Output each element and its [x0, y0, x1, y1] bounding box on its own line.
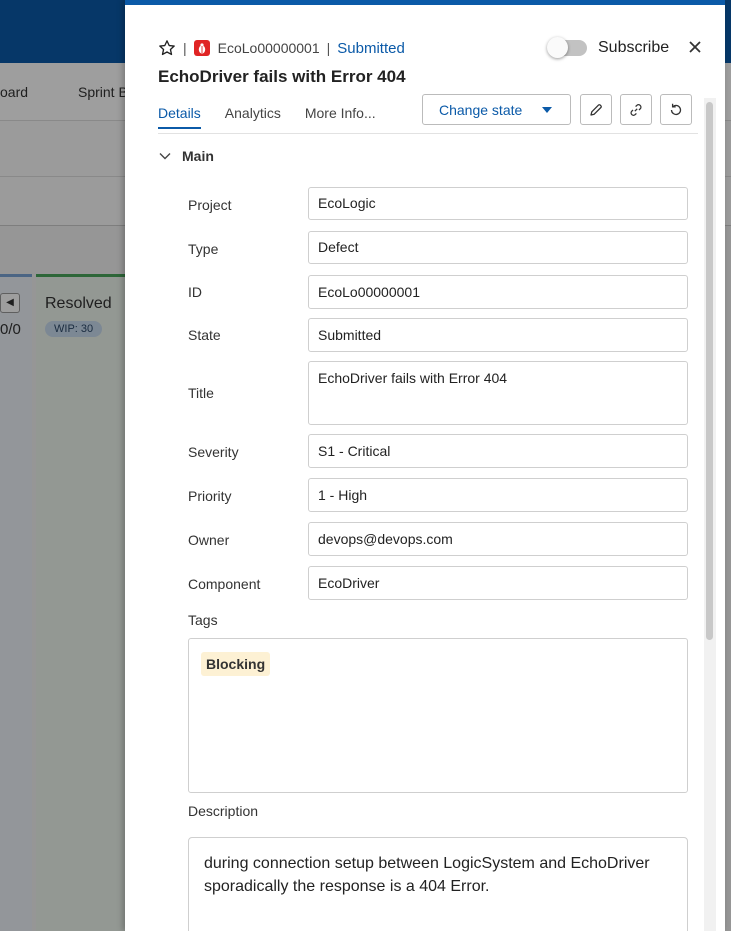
work-item-panel: | EcoLo00000001 | Submitted Subscribe Ec… — [125, 0, 725, 931]
type-field[interactable]: Defect — [308, 231, 688, 264]
id-label: ID — [188, 284, 202, 300]
severity-field[interactable]: S1 - Critical — [308, 434, 688, 468]
tags-label: Tags — [188, 612, 218, 628]
scrollbar-thumb[interactable] — [706, 102, 713, 640]
tab-analytics[interactable]: Analytics — [225, 105, 281, 129]
item-title: EchoDriver fails with Error 404 — [158, 67, 406, 86]
refresh-icon — [670, 103, 682, 115]
title-field[interactable]: EchoDriver fails with Error 404 — [308, 361, 688, 425]
tag-chip[interactable]: Blocking — [201, 652, 271, 676]
state-label: State — [188, 327, 221, 343]
subscribe-control[interactable]: Subscribe — [547, 37, 670, 58]
section-label: Main — [182, 148, 214, 164]
chevron-down-icon — [159, 153, 171, 160]
edit-button[interactable] — [580, 94, 612, 125]
title-label: Title — [188, 385, 214, 401]
tabs-divider — [158, 133, 698, 134]
item-id: EcoLo00000001 — [217, 40, 320, 56]
description-field[interactable]: during connection setup between LogicSys… — [188, 837, 688, 931]
panel-tabs: Details Analytics More Info... — [158, 105, 400, 129]
tab-details[interactable]: Details — [158, 105, 201, 129]
project-field[interactable]: EcoLogic — [308, 187, 688, 220]
priority-field[interactable]: 1 - High — [308, 478, 688, 512]
section-main-header[interactable]: Main — [158, 148, 214, 164]
owner-label: Owner — [188, 532, 230, 548]
description-label: Description — [188, 803, 259, 819]
item-state-link[interactable]: Submitted — [337, 40, 405, 57]
defect-icon — [193, 40, 210, 56]
component-field[interactable]: EcoDriver — [308, 566, 688, 600]
subscribe-label: Subscribe — [598, 39, 670, 56]
close-icon[interactable] — [687, 39, 703, 55]
type-label: Type — [188, 241, 219, 257]
change-state-label: Change state — [439, 101, 523, 118]
copy-link-button[interactable] — [620, 94, 652, 125]
priority-label: Priority — [188, 488, 232, 504]
pencil-icon — [590, 103, 602, 116]
star-icon[interactable] — [158, 39, 176, 57]
separator: | — [326, 40, 331, 56]
tab-more-info[interactable]: More Info... — [305, 105, 376, 129]
state-field[interactable]: Submitted — [308, 318, 688, 352]
panel-header: | EcoLo00000001 | Submitted — [158, 38, 405, 58]
subscribe-toggle[interactable] — [547, 37, 587, 58]
change-state-button[interactable]: Change state — [422, 94, 571, 125]
caret-down-icon — [542, 107, 552, 113]
tags-field[interactable]: Blocking — [188, 638, 688, 793]
separator: | — [183, 40, 187, 56]
refresh-button[interactable] — [660, 94, 692, 125]
link-icon — [630, 103, 642, 116]
severity-label: Severity — [188, 444, 239, 460]
id-field[interactable]: EcoLo00000001 — [308, 275, 688, 309]
project-label: Project — [188, 197, 232, 213]
owner-field[interactable]: devops@devops.com — [308, 522, 688, 556]
component-label: Component — [188, 576, 261, 592]
